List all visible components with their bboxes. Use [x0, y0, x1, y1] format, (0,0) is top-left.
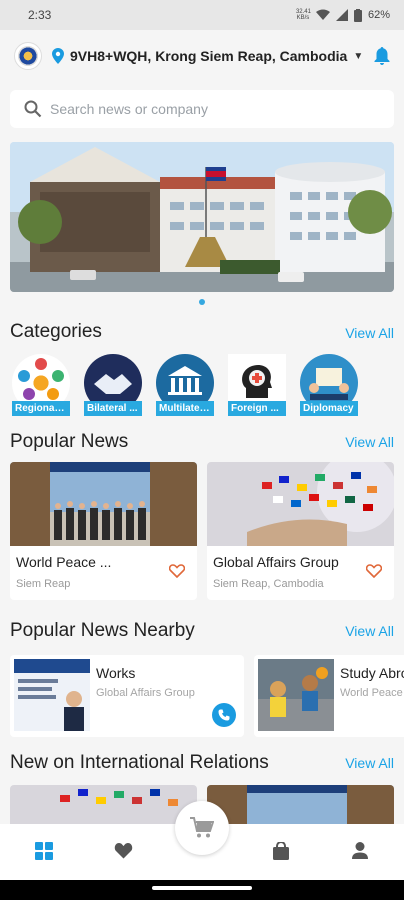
nearby-image: [258, 659, 334, 731]
call-button[interactable]: [212, 703, 236, 727]
section-title-popular-news: Popular News: [10, 431, 129, 452]
nearby-title: Study Abro: [340, 665, 404, 681]
cart-icon: [190, 817, 214, 838]
news-card[interactable]: World Peace ... Siem Reap: [10, 462, 197, 600]
popular-news-list: World Peace ... Siem Reap Global Affairs…: [10, 462, 394, 600]
shopping-bag-icon[interactable]: [273, 842, 289, 860]
status-bar: 2:33 32.41 KB/s 62%: [0, 0, 404, 30]
category-multilateral[interactable]: Multilater...: [154, 354, 216, 416]
system-navigation-bar: [0, 880, 404, 900]
favorites-heart-icon[interactable]: [114, 842, 133, 859]
category-regional[interactable]: Regional ...: [10, 354, 72, 416]
view-all-nearby-link[interactable]: View All: [345, 623, 394, 639]
section-title-nearby: Popular News Nearby: [10, 620, 195, 641]
news-image: [10, 462, 197, 546]
app-header: 9VH8+WQH, Krong Siem Reap, Cambodia ▼: [0, 38, 404, 74]
news-title: World Peace ...: [16, 554, 112, 570]
categories-list: Regional ... Bilateral ... Multilater...…: [10, 354, 404, 416]
section-title-international: New on International Relations: [10, 752, 269, 773]
logo-icon: [18, 46, 38, 66]
heart-icon[interactable]: [366, 564, 382, 578]
section-title-categories: Categories: [10, 321, 102, 342]
nearby-news-list: Works Global Affairs Group Study Abro Wo…: [10, 655, 404, 737]
chevron-down-icon[interactable]: ▼: [353, 51, 363, 62]
news-title: Global Affairs Group: [213, 554, 339, 570]
international-news-image[interactable]: [207, 785, 394, 825]
news-card[interactable]: Global Affairs Group Siem Reap, Cambodia: [207, 462, 394, 600]
search-input[interactable]: Search news or company: [50, 101, 208, 117]
search-bar[interactable]: Search news or company: [10, 90, 394, 128]
category-diplomacy[interactable]: Diplomacy: [298, 354, 360, 416]
news-image: [207, 462, 394, 546]
view-all-categories-link[interactable]: View All: [345, 325, 394, 341]
nearby-subtitle: World Peace: [340, 687, 403, 699]
view-all-international-link[interactable]: View All: [345, 755, 394, 771]
news-location: Siem Reap, Cambodia: [213, 578, 324, 590]
nearby-card[interactable]: Study Abro World Peace: [254, 655, 404, 737]
category-label: Foreign ...: [228, 401, 286, 416]
home-grid-icon[interactable]: [35, 842, 53, 860]
location-pin-icon: [52, 48, 64, 64]
category-label: Multilater...: [156, 401, 214, 416]
home-gesture-handle[interactable]: [152, 886, 252, 890]
avatar[interactable]: [14, 42, 42, 70]
banner-carousel[interactable]: [10, 142, 394, 292]
nearby-title: Works: [96, 665, 136, 681]
status-icons: 32.41 KB/s 62%: [295, 8, 390, 22]
view-all-popular-news-link[interactable]: View All: [345, 434, 394, 450]
banner-image: [10, 142, 394, 292]
nearby-image: [14, 659, 90, 731]
cart-button[interactable]: [175, 801, 229, 855]
heart-icon[interactable]: [169, 564, 185, 578]
news-location: Siem Reap: [16, 578, 71, 590]
status-time: 2:33: [28, 8, 52, 22]
category-label: Regional ...: [12, 401, 70, 416]
nearby-subtitle: Global Affairs Group: [96, 687, 195, 699]
nearby-card[interactable]: Works Global Affairs Group: [10, 655, 244, 737]
location-selector[interactable]: 9VH8+WQH, Krong Siem Reap, Cambodia: [70, 48, 347, 64]
phone-icon: [218, 709, 230, 721]
category-label: Diplomacy: [300, 401, 358, 416]
carousel-indicator[interactable]: [199, 299, 205, 305]
wifi-icon: [315, 9, 330, 20]
data-rate: 32.41 KB/s: [295, 9, 311, 21]
search-icon: [24, 100, 42, 118]
category-foreign[interactable]: Foreign ...: [226, 354, 288, 416]
category-bilateral[interactable]: Bilateral ...: [82, 354, 144, 416]
international-news-image[interactable]: [10, 785, 197, 825]
profile-icon[interactable]: [352, 842, 368, 859]
category-label: Bilateral ...: [84, 401, 142, 416]
battery-percent: 62%: [367, 9, 390, 21]
signal-icon: [335, 9, 348, 21]
bell-icon[interactable]: [374, 47, 390, 65]
battery-icon: [353, 8, 362, 22]
